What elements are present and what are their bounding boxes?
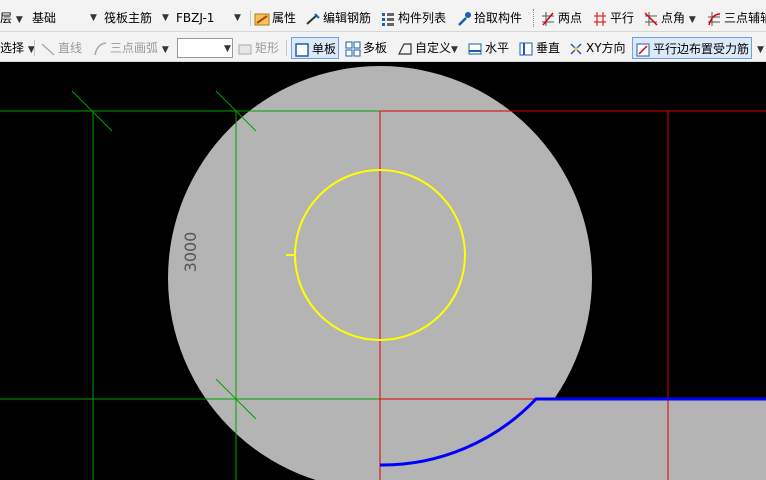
- custom-button[interactable]: 自定义▼: [397, 37, 458, 59]
- properties-icon: [254, 13, 270, 25]
- rectangle-icon: [238, 44, 252, 54]
- custom-shape-icon: [398, 42, 412, 55]
- three-point-aux-axis-icon: [708, 11, 721, 26]
- select-button[interactable]: 选择 ▼: [0, 37, 35, 59]
- arc-icon: [94, 41, 107, 55]
- category-selector[interactable]: 基础 ▼: [32, 7, 97, 29]
- parallel-label: 平行: [610, 11, 635, 25]
- vertical-button[interactable]: 垂直: [518, 37, 560, 59]
- pick-component-label: 拾取构件: [474, 11, 523, 25]
- component-selector[interactable]: FBZJ-1 ▼: [176, 7, 242, 29]
- xy-direction-label: XY方向: [586, 41, 626, 55]
- component-list-button[interactable]: 构件列表: [380, 7, 446, 29]
- multi-slab-label: 多板: [363, 41, 388, 55]
- chevron-down-icon: ▼: [90, 13, 97, 23]
- rebar-type-selector[interactable]: 筏板主筋 ▼: [104, 7, 169, 29]
- chevron-down-icon: ▼: [162, 13, 169, 23]
- parallel-edge-label: 平行边布置受力筋: [653, 42, 750, 56]
- rebar-type-label: 筏板主筋: [104, 11, 153, 25]
- floor-selector[interactable]: 层 ▼: [0, 7, 23, 29]
- multi-slab-button[interactable]: 多板: [345, 37, 387, 59]
- chevron-down-icon: ▼: [757, 45, 764, 55]
- edit-rebar-label: 编辑钢筋: [323, 11, 372, 25]
- horizontal-icon: [468, 43, 482, 54]
- single-slab-button[interactable]: 单板: [291, 37, 340, 59]
- xy-direction-icon: [570, 42, 582, 55]
- two-points-axis-button[interactable]: 两点: [540, 7, 582, 29]
- vertical-icon: [519, 42, 533, 55]
- point-angle-axis-button[interactable]: 点角 ▼: [643, 7, 696, 29]
- draw-toolbar: 选择 ▼ 直线 三点画弧 ▼ ▼ 矩形 单板 多板 自定义▼ 水平 垂直 XY方…: [0, 34, 766, 62]
- two-points-axis-icon: [542, 11, 554, 26]
- dimension-label: 3000: [181, 232, 200, 273]
- properties-button[interactable]: 属性: [254, 7, 296, 29]
- parallel-edge-icon: [636, 43, 650, 56]
- chevron-down-icon: ▼: [451, 45, 458, 55]
- multi-slab-icon: [345, 41, 361, 56]
- chevron-down-icon: ▼: [224, 44, 231, 54]
- line-button[interactable]: 直线: [40, 37, 82, 59]
- rectangle-label: 矩形: [255, 41, 280, 55]
- horizontal-button[interactable]: 水平: [467, 37, 509, 59]
- component-toolbar: 层 ▼ 基础 ▼ 筏板主筋 ▼ FBZJ-1 ▼ 属性 编辑钢筋 构件列表 拾取构件 …: [0, 4, 766, 32]
- parallel-axis-button[interactable]: 平行: [592, 7, 634, 29]
- horizontal-label: 水平: [485, 41, 510, 55]
- pick-component-button[interactable]: 拾取构件: [456, 7, 522, 29]
- single-slab-label: 单板: [312, 42, 337, 56]
- chevron-down-icon: ▼: [15, 15, 23, 25]
- edit-rebar-button[interactable]: 编辑钢筋: [305, 7, 371, 29]
- xy-direction-button[interactable]: XY方向: [568, 37, 626, 59]
- more-options-dropdown[interactable]: ▼: [757, 37, 764, 59]
- point-angle-label: 点角: [661, 11, 686, 25]
- parallel-axis-icon: [594, 11, 606, 26]
- edit-rebar-icon: [306, 12, 320, 25]
- line-label: 直线: [58, 41, 83, 55]
- floor-selector-label: 层: [0, 11, 13, 25]
- eyedropper-icon: [458, 11, 471, 26]
- chevron-down-icon: ▼: [161, 45, 169, 55]
- properties-label: 属性: [272, 11, 297, 25]
- vertical-label: 垂直: [536, 41, 561, 55]
- select-label: 选择: [0, 41, 25, 55]
- three-point-arc-button[interactable]: 三点画弧 ▼: [92, 37, 169, 59]
- line-icon: [41, 42, 55, 56]
- list-icon: [382, 12, 394, 26]
- rectangle-button[interactable]: 矩形: [237, 37, 279, 59]
- custom-label: 自定义: [415, 41, 452, 55]
- parallel-edge-rebar-button[interactable]: 平行边布置受力筋: [632, 37, 753, 59]
- two-points-label: 两点: [558, 11, 583, 25]
- drawing-canvas[interactable]: 3000: [0, 62, 766, 480]
- three-point-aux-axis-button[interactable]: 三点辅轴: [706, 7, 766, 29]
- category-selector-label: 基础: [32, 11, 57, 25]
- chevron-down-icon: ▼: [234, 13, 241, 23]
- chevron-down-icon: ▼: [688, 15, 696, 25]
- three-point-arc-label: 三点画弧: [110, 41, 159, 55]
- component-list-label: 构件列表: [398, 11, 447, 25]
- drawing-svg: 3000: [0, 66, 766, 480]
- single-slab-icon: [295, 42, 309, 57]
- three-point-aux-label: 三点辅轴: [724, 11, 766, 25]
- component-selector-label: FBZJ-1: [176, 11, 215, 25]
- point-angle-axis-icon: [644, 11, 658, 26]
